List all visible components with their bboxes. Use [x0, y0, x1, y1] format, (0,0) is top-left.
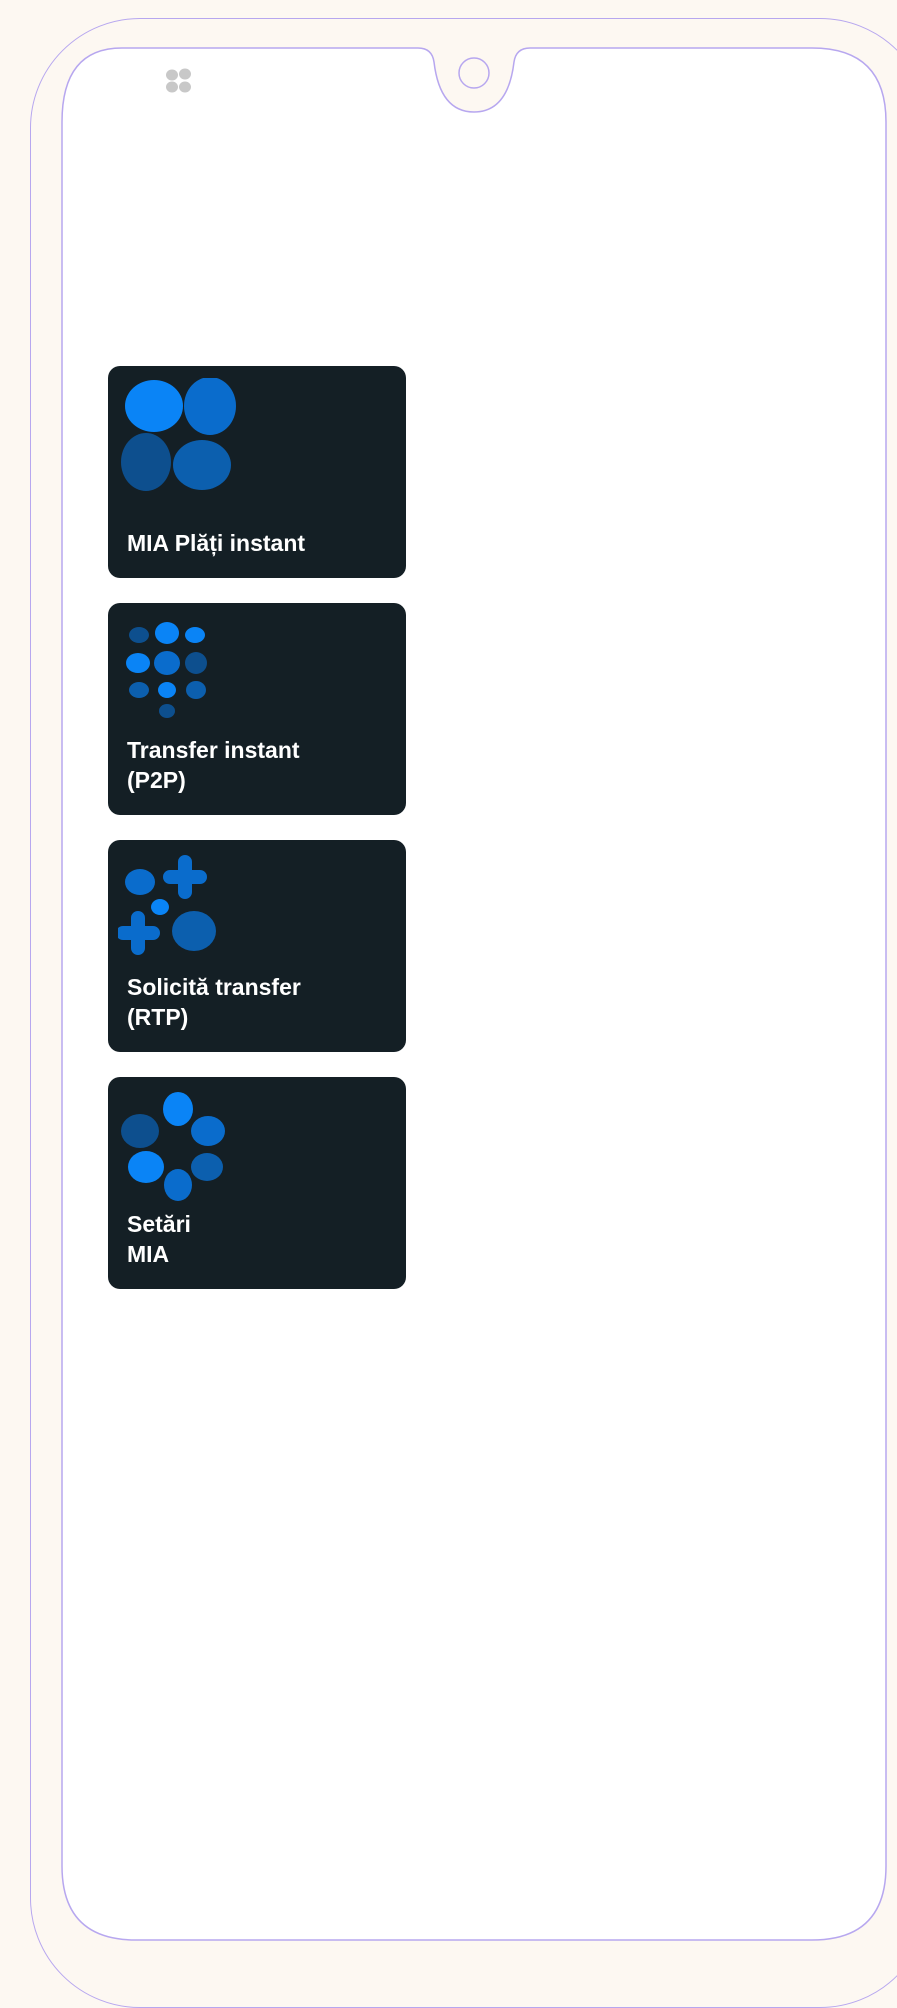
tile-request-transfer[interactable]: Solicită transfer (RTP)	[108, 840, 406, 1052]
tile-mia-instant-payments[interactable]: MIA Plăți instant	[108, 366, 406, 578]
tile-mia-settings[interactable]: Setări MIA	[108, 1077, 406, 1289]
tile-label: Transfer instant (P2P)	[127, 737, 300, 793]
status-app-icon	[166, 68, 191, 93]
tile-label: Solicită transfer (RTP)	[127, 974, 301, 1030]
request-transfer-icon	[118, 855, 216, 955]
mia-logo-icon	[121, 378, 236, 491]
tile-p2p-transfer[interactable]: Transfer instant (P2P)	[108, 603, 406, 815]
dots-grid-icon	[126, 622, 207, 718]
services-list: MIA Plăți instant Transfer instant (P2P)…	[108, 366, 406, 1314]
tile-label: Setări MIA	[127, 1211, 191, 1267]
tile-label: MIA Plăți instant	[127, 530, 306, 556]
settings-flower-icon	[121, 1092, 225, 1201]
camera-icon	[458, 57, 490, 89]
